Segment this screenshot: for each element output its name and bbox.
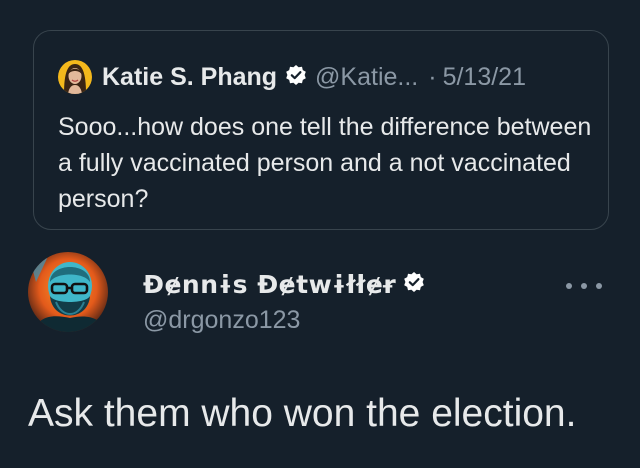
more-dot — [596, 283, 602, 289]
more-dot — [566, 283, 572, 289]
more-dot — [581, 283, 587, 289]
bearded-man-glasses-portrait-icon — [28, 252, 108, 332]
tweet-text: Ask them who won the election. — [28, 392, 577, 435]
quoted-tweet-header: Katie S. Phang @Katie... · 5/13/21 — [58, 59, 526, 95]
quoted-author-name[interactable]: Katie S. Phang — [102, 63, 277, 92]
author-name-row: Đɇnnɨs Đɇtwɨłłɇɍ — [143, 270, 425, 299]
author-handle[interactable]: @drgonzo123 — [143, 306, 300, 335]
author-avatar[interactable] — [28, 252, 108, 332]
quoted-tweet-date[interactable]: 5/13/21 — [443, 63, 526, 92]
more-options-icon[interactable] — [566, 276, 602, 296]
quoted-author-handle[interactable]: @Katie... — [315, 63, 418, 92]
author-name[interactable]: Đɇnnɨs Đɇtwɨłłɇɍ — [143, 270, 396, 299]
quoted-tweet-card[interactable]: Katie S. Phang @Katie... · 5/13/21 Sooo.… — [33, 30, 609, 230]
verified-badge-icon — [285, 64, 307, 91]
quoted-author-avatar[interactable] — [58, 60, 92, 94]
woman-portrait-icon — [58, 60, 92, 94]
quoted-tweet-text: Sooo...how does one tell the difference … — [58, 113, 592, 213]
tweet-screenshot: Katie S. Phang @Katie... · 5/13/21 Sooo.… — [0, 0, 640, 468]
verified-badge-icon — [403, 271, 425, 298]
dot-separator: · — [428, 62, 437, 91]
